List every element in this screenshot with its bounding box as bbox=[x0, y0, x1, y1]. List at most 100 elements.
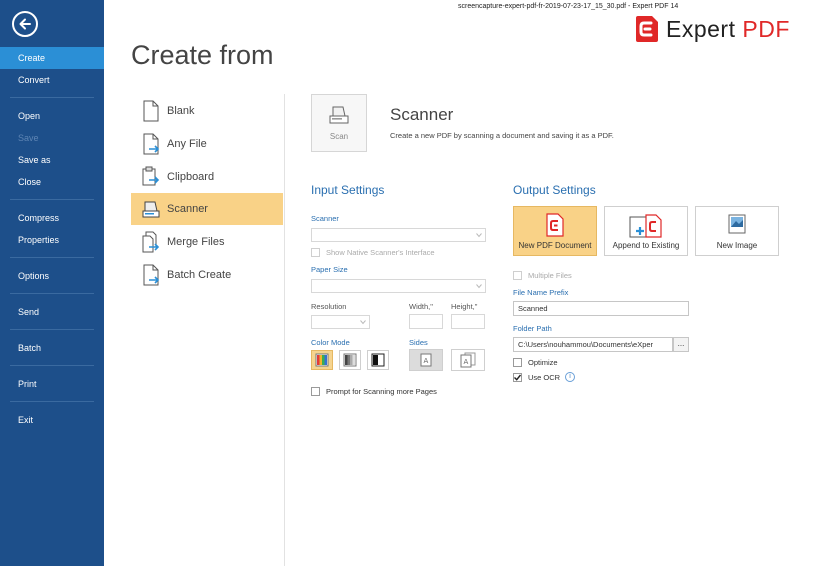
sidebar-divider bbox=[10, 97, 94, 98]
scan-button-label: Scan bbox=[329, 132, 349, 141]
black-white-mode-button[interactable] bbox=[367, 350, 389, 370]
sidebar-item-print[interactable]: Print bbox=[0, 373, 104, 395]
sidebar-item-exit[interactable]: Exit bbox=[0, 409, 104, 431]
expert-pdf-logo-icon bbox=[636, 16, 658, 42]
sidebar-divider bbox=[10, 199, 94, 200]
new-pdf-icon bbox=[546, 213, 564, 237]
append-pdf-icon bbox=[629, 214, 662, 238]
sidebar-divider bbox=[10, 365, 94, 366]
window-title: screencapture-expert-pdf-fr-2019-07-23-1… bbox=[458, 3, 679, 10]
chevron-down-icon bbox=[476, 233, 482, 238]
back-button[interactable] bbox=[12, 11, 38, 37]
use-ocr-checkbox[interactable]: Use OCR bbox=[513, 373, 560, 382]
input-settings-title: Input Settings bbox=[311, 183, 385, 197]
source-item-scanner[interactable]: Scanner bbox=[131, 193, 283, 225]
merge-files-icon bbox=[141, 231, 161, 253]
double-side-icon: A bbox=[460, 352, 476, 368]
use-ocr-label: Use OCR bbox=[528, 373, 561, 382]
height-input[interactable] bbox=[451, 314, 485, 329]
file-name-prefix-input[interactable]: Scanned bbox=[513, 301, 689, 316]
clipboard-icon bbox=[141, 166, 161, 188]
native-interface-label: Show Native Scanner's Interface bbox=[326, 248, 435, 257]
sidebar-item-send[interactable]: Send bbox=[0, 301, 104, 323]
resolution-label: Resolution bbox=[311, 302, 347, 311]
optimize-label: Optimize bbox=[528, 358, 558, 367]
width-label: Width," bbox=[409, 302, 433, 311]
grayscale-mode-icon bbox=[343, 353, 357, 367]
scan-button[interactable]: Scan bbox=[311, 94, 367, 152]
source-item-merge-files[interactable]: Merge Files bbox=[131, 226, 283, 258]
sidebar-item-close[interactable]: Close bbox=[0, 171, 104, 193]
source-item-blank[interactable]: Blank bbox=[131, 95, 283, 127]
checkbox-box bbox=[513, 271, 522, 280]
source-label: Batch Create bbox=[167, 269, 232, 281]
batch-create-icon bbox=[141, 264, 161, 286]
sidebar-item-open[interactable]: Open bbox=[0, 105, 104, 127]
color-mode-icon bbox=[315, 353, 329, 367]
height-label: Height," bbox=[451, 302, 478, 311]
expert-pdf-logo: Expert PDF bbox=[634, 14, 790, 44]
color-mode-label: Color Mode bbox=[311, 338, 350, 347]
sidebar-item-options[interactable]: Options bbox=[0, 265, 104, 287]
sidebar-item-save-as[interactable]: Save as bbox=[0, 149, 104, 171]
sidebar-item-batch[interactable]: Batch bbox=[0, 337, 104, 359]
svg-text:A: A bbox=[424, 357, 429, 365]
native-interface-checkbox[interactable]: Show Native Scanner's Interface bbox=[311, 248, 435, 257]
panel-title: Scanner bbox=[390, 105, 454, 124]
new-image-label: New Image bbox=[716, 241, 758, 250]
scanner-label: Scanner bbox=[311, 214, 339, 223]
folder-path-label: Folder Path bbox=[513, 324, 552, 333]
append-to-existing-label: Append to Existing bbox=[612, 241, 680, 250]
new-image-button[interactable]: New Image bbox=[695, 206, 779, 256]
source-item-batch-create[interactable]: Batch Create bbox=[131, 259, 283, 291]
multiple-files-checkbox[interactable]: Multiple Files bbox=[513, 271, 572, 280]
folder-path-input[interactable]: C:\Users\nouhammou\Documents\eXper bbox=[513, 337, 673, 352]
browse-folder-button[interactable]: ... bbox=[673, 337, 689, 352]
logo-text-accent: PDF bbox=[742, 15, 790, 42]
single-side-icon: A bbox=[420, 353, 432, 367]
grayscale-mode-button[interactable] bbox=[339, 350, 361, 370]
new-pdf-document-label: New PDF Document bbox=[518, 241, 592, 250]
sidebar-divider bbox=[10, 401, 94, 402]
paper-size-label: Paper Size bbox=[311, 265, 348, 274]
sidebar-item-properties[interactable]: Properties bbox=[0, 229, 104, 251]
chevron-down-icon bbox=[476, 284, 482, 289]
prompt-more-pages-label: Prompt for Scanning more Pages bbox=[326, 387, 437, 396]
file-name-prefix-label: File Name Prefix bbox=[513, 288, 569, 297]
sidebar-item-compress[interactable]: Compress bbox=[0, 207, 104, 229]
optimize-checkbox[interactable]: Optimize bbox=[513, 358, 558, 367]
sidebar-divider bbox=[10, 293, 94, 294]
any-file-icon bbox=[141, 133, 161, 155]
append-to-existing-button[interactable]: Append to Existing bbox=[604, 206, 688, 256]
svg-text:A: A bbox=[464, 358, 469, 366]
scanner-icon bbox=[329, 106, 349, 124]
sidebar-item-create[interactable]: Create bbox=[0, 47, 104, 69]
info-icon[interactable]: i bbox=[565, 372, 575, 382]
sidebar-divider bbox=[10, 329, 94, 330]
panel-description: Create a new PDF by scanning a document … bbox=[390, 131, 614, 140]
paper-size-dropdown[interactable] bbox=[311, 279, 486, 293]
sidebar: Create Convert Open Save Save as Close C… bbox=[0, 0, 104, 566]
color-mode-button[interactable] bbox=[311, 350, 333, 370]
single-side-button[interactable]: A bbox=[409, 349, 443, 371]
double-side-button[interactable]: A bbox=[451, 349, 485, 371]
scanner-dropdown[interactable] bbox=[311, 228, 486, 242]
sidebar-item-save[interactable]: Save bbox=[0, 127, 104, 149]
source-item-clipboard[interactable]: Clipboard bbox=[131, 161, 283, 193]
source-item-any-file[interactable]: Any File bbox=[131, 128, 283, 160]
width-input[interactable] bbox=[409, 314, 443, 329]
checkbox-box bbox=[513, 358, 522, 367]
source-label: Blank bbox=[167, 105, 195, 117]
prompt-more-pages-checkbox[interactable]: Prompt for Scanning more Pages bbox=[311, 387, 437, 396]
sidebar-item-convert[interactable]: Convert bbox=[0, 69, 104, 91]
logo-wordmark: Expert PDF bbox=[666, 16, 790, 43]
logo-text-main: Expert bbox=[666, 15, 743, 42]
page-title: Create from bbox=[131, 40, 274, 70]
scanner-icon bbox=[141, 198, 161, 220]
resolution-dropdown[interactable] bbox=[311, 315, 370, 329]
blank-page-icon bbox=[141, 100, 161, 122]
multiple-files-label: Multiple Files bbox=[528, 271, 572, 280]
checkbox-box bbox=[311, 248, 320, 257]
new-pdf-document-button[interactable]: New PDF Document bbox=[513, 206, 597, 256]
checkbox-box bbox=[311, 387, 320, 396]
